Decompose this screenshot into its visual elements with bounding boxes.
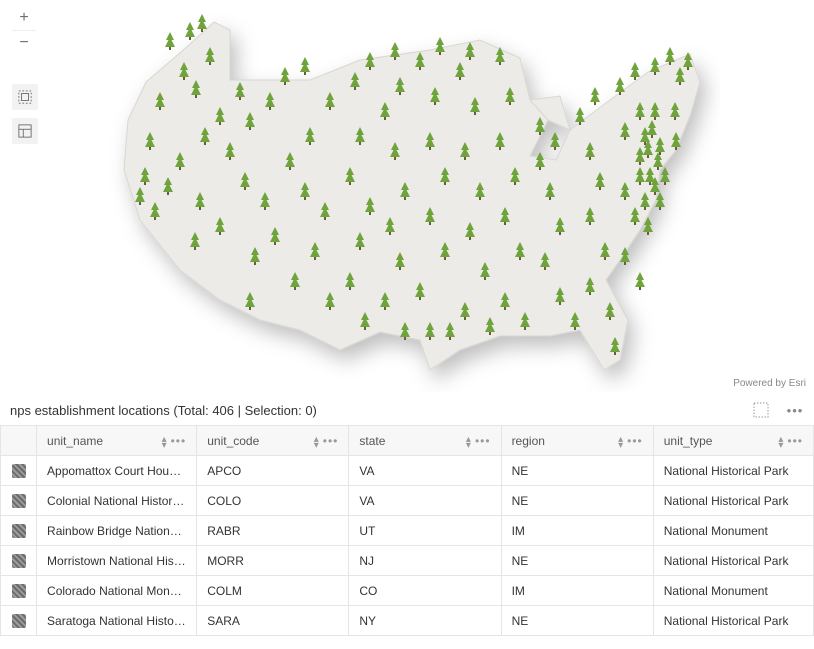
col-menu-icon[interactable]: ••• — [787, 434, 803, 448]
row-select-cell[interactable] — [1, 576, 37, 606]
cell-unit-code: RABR — [197, 516, 349, 546]
sort-icon[interactable]: ▴▾ — [778, 435, 783, 447]
table-row[interactable]: Appomattox Court House …APCOVANENational… — [1, 456, 814, 486]
col-header-select — [1, 426, 37, 456]
select-tool-button[interactable] — [12, 84, 38, 110]
cell-state: NY — [349, 606, 501, 636]
sort-icon[interactable]: ▴▾ — [314, 435, 319, 447]
sort-icon[interactable]: ▴▾ — [466, 435, 471, 447]
cell-unit-name: Colorado National Monu… — [37, 576, 197, 606]
cell-state: UT — [349, 516, 501, 546]
cell-unit-name: Saratoga National Historic… — [37, 606, 197, 636]
cell-unit-code: COLM — [197, 576, 349, 606]
table-header-row: unit_name ▴▾••• unit_code ▴▾••• state ▴▾… — [1, 426, 814, 456]
cell-unit-type: National Historical Park — [653, 486, 813, 516]
row-select-cell[interactable] — [1, 516, 37, 546]
sort-icon[interactable]: ▴▾ — [162, 435, 167, 447]
cell-region: IM — [501, 516, 653, 546]
cell-state: NJ — [349, 546, 501, 576]
col-menu-icon[interactable]: ••• — [323, 434, 339, 448]
col-header-unit-type[interactable]: unit_type ▴▾••• — [653, 426, 813, 456]
cell-unit-type: National Monument — [653, 576, 813, 606]
cell-state: VA — [349, 456, 501, 486]
cell-region: NE — [501, 546, 653, 576]
cell-unit-name: Colonial National Historic… — [37, 486, 197, 516]
cell-unit-name: Morristown National Histo… — [37, 546, 197, 576]
row-marker-icon — [12, 614, 26, 628]
map-area[interactable]: + − — [0, 0, 814, 395]
col-header-region[interactable]: region ▴▾••• — [501, 426, 653, 456]
cell-region: NE — [501, 456, 653, 486]
row-marker-icon — [12, 554, 26, 568]
table-title: nps establishment locations (Total: 406 … — [10, 403, 317, 418]
us-map[interactable] — [100, 0, 720, 392]
table-row[interactable]: Rainbow Bridge National …RABRUTIMNationa… — [1, 516, 814, 546]
cell-unit-type: National Historical Park — [653, 546, 813, 576]
row-select-cell[interactable] — [1, 486, 37, 516]
data-table: unit_name ▴▾••• unit_code ▴▾••• state ▴▾… — [0, 425, 814, 636]
col-menu-icon[interactable]: ••• — [475, 434, 491, 448]
row-select-cell[interactable] — [1, 546, 37, 576]
zoom-in-button[interactable]: + — [12, 6, 36, 30]
sort-icon[interactable]: ▴▾ — [618, 435, 623, 447]
row-marker-icon — [12, 494, 26, 508]
cell-unit-type: National Historical Park — [653, 606, 813, 636]
row-marker-icon — [12, 524, 26, 538]
cell-state: CO — [349, 576, 501, 606]
col-menu-icon[interactable]: ••• — [171, 434, 187, 448]
cell-unit-code: COLO — [197, 486, 349, 516]
row-marker-icon — [12, 464, 26, 478]
row-select-cell[interactable] — [1, 456, 37, 486]
table-menu-button[interactable]: ••• — [786, 401, 804, 419]
cell-unit-name: Rainbow Bridge National … — [37, 516, 197, 546]
cell-region: IM — [501, 576, 653, 606]
layout-tool-button[interactable] — [12, 118, 38, 144]
table-row[interactable]: Colonial National Historic…COLOVANENatio… — [1, 486, 814, 516]
column-picker-button[interactable] — [752, 401, 770, 419]
col-header-unit-name[interactable]: unit_name ▴▾••• — [37, 426, 197, 456]
cell-region: NE — [501, 486, 653, 516]
table-row[interactable]: Colorado National Monu…COLMCOIMNational … — [1, 576, 814, 606]
cell-region: NE — [501, 606, 653, 636]
row-marker-icon — [12, 584, 26, 598]
cell-unit-code: APCO — [197, 456, 349, 486]
cell-unit-code: SARA — [197, 606, 349, 636]
map-tools: + − — [12, 6, 38, 152]
map-attribution: Powered by Esri — [733, 378, 806, 389]
col-menu-icon[interactable]: ••• — [627, 434, 643, 448]
cell-unit-type: National Monument — [653, 516, 813, 546]
col-header-state[interactable]: state ▴▾••• — [349, 426, 501, 456]
cell-unit-name: Appomattox Court House … — [37, 456, 197, 486]
table-row[interactable]: Saratoga National Historic…SARANYNENatio… — [1, 606, 814, 636]
col-header-unit-code[interactable]: unit_code ▴▾••• — [197, 426, 349, 456]
cell-unit-type: National Historical Park — [653, 456, 813, 486]
zoom-out-button[interactable]: − — [12, 30, 36, 54]
row-select-cell[interactable] — [1, 606, 37, 636]
table-row[interactable]: Morristown National Histo…MORRNJNENation… — [1, 546, 814, 576]
cell-state: VA — [349, 486, 501, 516]
cell-unit-code: MORR — [197, 546, 349, 576]
